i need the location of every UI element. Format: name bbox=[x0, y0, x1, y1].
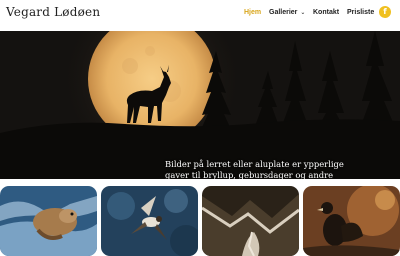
site-header: Vegard Lødøen Hjem Gallerier ⌄ Kontakt Pr… bbox=[0, 0, 400, 31]
gallery-grid bbox=[0, 186, 400, 256]
gallery-thumb-capercaillie[interactable] bbox=[303, 186, 400, 256]
bird-in-flight-photo bbox=[101, 186, 198, 256]
facebook-icon[interactable]: f bbox=[379, 6, 391, 18]
nav-item-hjem[interactable]: Hjem bbox=[244, 9, 261, 16]
nav-item-kontakt[interactable]: Kontakt bbox=[313, 9, 339, 16]
otter-photo bbox=[0, 186, 97, 256]
capercaillie-photo bbox=[303, 186, 400, 256]
hero-banner: Bilder på lerret eller aluplate er ypper… bbox=[0, 31, 400, 179]
hero-caption: Bilder på lerret eller aluplate er ypper… bbox=[165, 159, 344, 179]
site-logo[interactable]: Vegard Lødøen bbox=[6, 5, 100, 19]
hero-image bbox=[0, 31, 400, 179]
mountain-stream-photo bbox=[202, 186, 299, 256]
nav-item-gallerier[interactable]: Gallerier ⌄ bbox=[269, 9, 305, 16]
gallery-thumb-stream[interactable] bbox=[202, 186, 299, 256]
gallery-thumb-bird[interactable] bbox=[101, 186, 198, 256]
nav-item-gallerier-label: Gallerier bbox=[269, 9, 298, 16]
chevron-down-icon: ⌄ bbox=[300, 10, 306, 16]
gallery-thumb-otter[interactable] bbox=[0, 186, 97, 256]
nav-item-prisliste[interactable]: Prisliste bbox=[347, 9, 374, 16]
